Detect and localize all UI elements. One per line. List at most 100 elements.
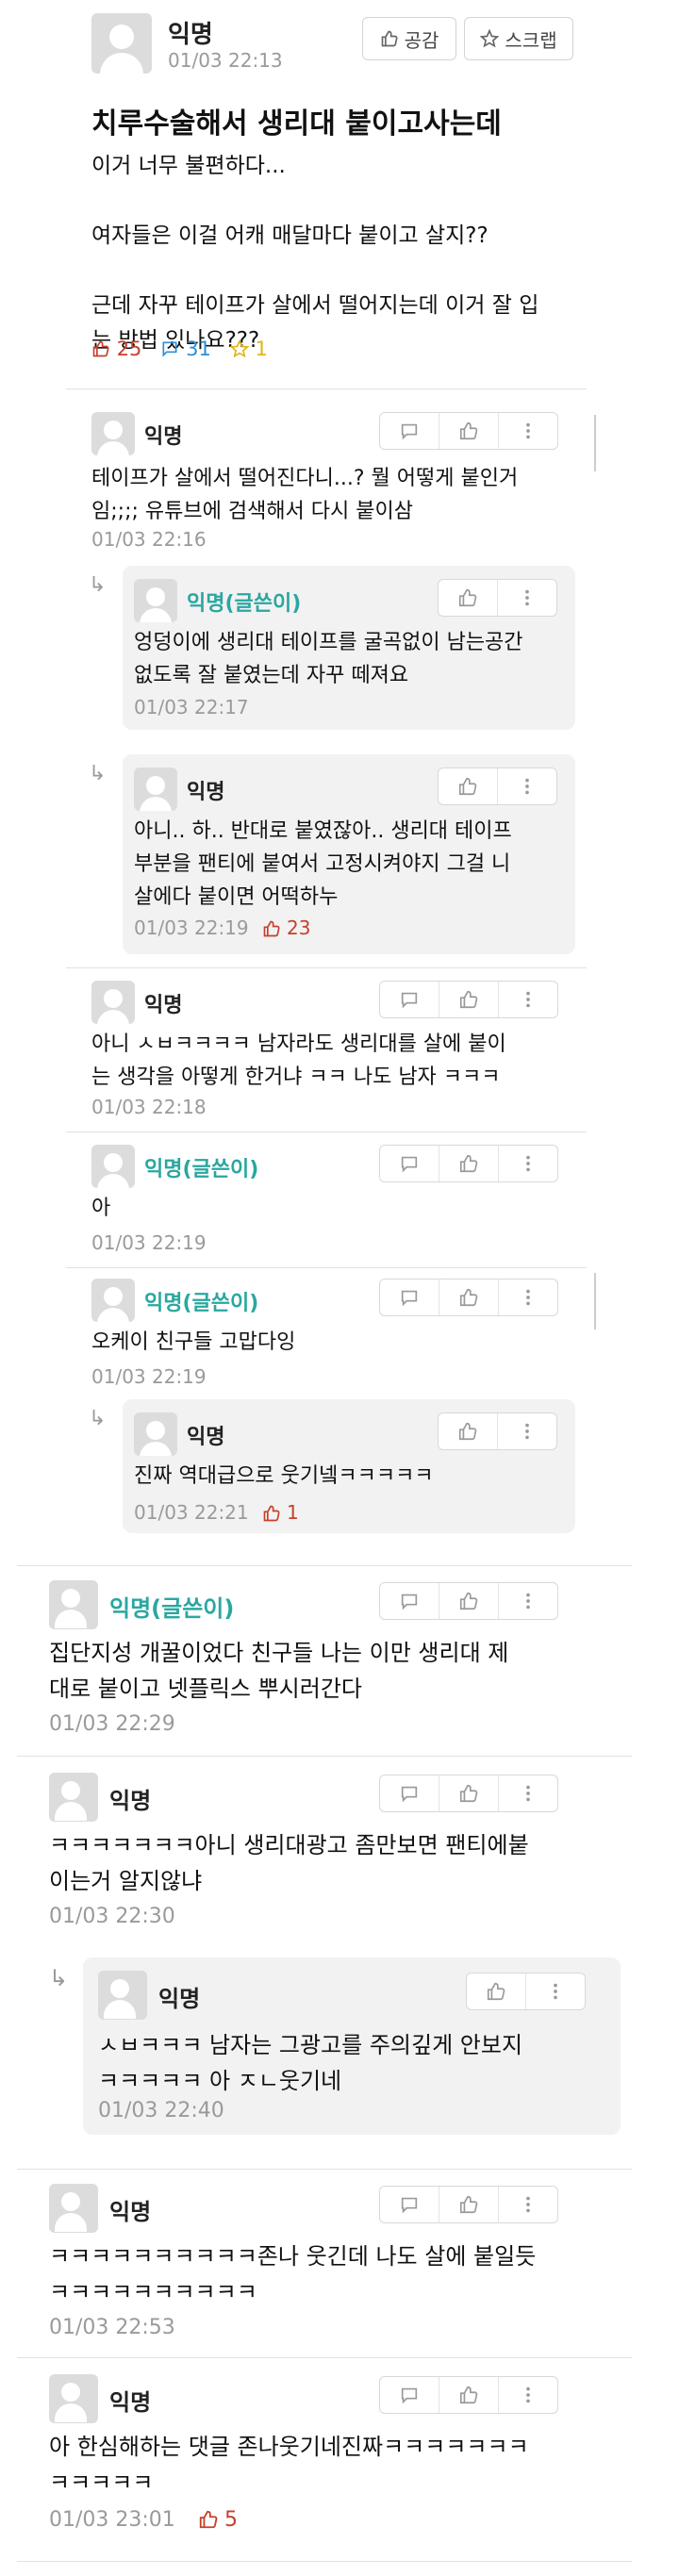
comment-actions [438,768,557,805]
divider [66,388,587,389]
comment-icon [162,341,177,357]
kebab-icon [526,422,530,439]
speech-bubble-icon [401,1593,418,1610]
comment-author: 익명(글쓴이) [144,1292,259,1315]
reply-arrow-icon: ↳ [89,762,107,785]
more-button[interactable] [499,2187,557,2222]
comment-actions [438,1412,557,1450]
comment-time: 01/03 22:17 [134,696,249,718]
post-scrap-button[interactable]: 스크랩 [464,17,573,60]
like-button[interactable] [439,1280,499,1315]
thumbs-up-icon [459,1288,478,1307]
like-button[interactable] [439,982,499,1017]
more-button[interactable] [498,1413,556,1449]
reply-button[interactable] [380,1583,439,1619]
like-button[interactable] [439,1146,499,1181]
like-button[interactable] [439,413,499,449]
comment-author: 익명 [144,425,183,449]
reply-button[interactable] [380,982,439,1017]
thumbs-up-icon [459,2386,478,2404]
scrollbar[interactable] [594,1273,596,1329]
more-button[interactable] [499,982,557,1017]
more-button[interactable] [499,2377,557,2413]
comment-text: 테이프가 살에서 떨어진다니...? 뭘 어떻게 붙인거 임;;;; 유튜브에 … [91,467,519,523]
thumbs-up-icon [459,421,478,440]
reply-button[interactable] [380,413,439,449]
comment-author: 익명(글쓴이) [109,1595,235,1622]
scrollbar[interactable] [594,415,596,471]
comment-avatar [49,2374,98,2423]
more-button[interactable] [499,413,557,449]
kebab-icon [525,589,529,606]
comment-actions [379,1775,558,1812]
thumbs-up-icon [459,1592,478,1610]
comment-text: 집단지성 개꿀이었다 친구들 나는 이만 생리대 제 대로 붙이고 넷플릭스 뿌… [49,1640,509,1702]
comment-time: 01/03 22:16 [91,528,207,551]
divider [66,1131,587,1132]
star-icon [229,339,250,358]
kebab-icon [526,991,530,1008]
reply-button[interactable] [380,2377,439,2413]
comment-actions [379,1582,558,1620]
thumbs-up-icon [487,1982,505,2001]
comment-avatar [91,412,135,455]
comment-author: 익명 [187,781,225,804]
like-button[interactable] [439,1583,499,1619]
more-button[interactable] [499,1583,557,1619]
thumbs-up-icon [459,2195,478,2214]
kebab-icon [526,2386,530,2403]
thumbs-up-icon [459,1154,478,1173]
reply-button[interactable] [380,1280,439,1315]
more-button[interactable] [498,768,556,804]
post-time: 01/03 22:13 [168,49,283,72]
comment-author: 익명(글쓴이) [144,1158,259,1181]
comment-author: 익명 [109,1788,152,1814]
comment-avatar [134,768,177,811]
like-button[interactable] [439,768,498,804]
more-button[interactable] [499,1146,557,1181]
like-button[interactable] [439,2187,499,2222]
more-button[interactable] [526,1973,585,2009]
reply-arrow-icon: ↳ [49,1965,69,1991]
speech-bubble-icon [401,1290,418,1307]
like-button[interactable] [439,2377,499,2413]
comment-avatar [49,1773,98,1822]
comment-actions [379,2186,558,2223]
comment-avatar [49,1580,98,1629]
reply-button[interactable] [380,2187,439,2222]
more-button[interactable] [499,1775,557,1811]
thumbs-up-icon [199,2510,218,2529]
comment-actions [379,1279,558,1316]
comment-author: 익명 [144,994,183,1017]
comment-time: 01/03 22:18 [91,1096,207,1118]
divider [17,2169,632,2170]
like-button[interactable] [439,1775,499,1811]
like-button[interactable] [439,580,498,616]
comment-time: 01/03 22:19 [91,1365,207,1388]
divider [17,1565,632,1566]
comment-text: 아 [91,1197,111,1220]
reply-arrow-icon: ↳ [89,573,107,597]
reply-button[interactable] [380,1146,439,1181]
speech-bubble-icon [401,1786,418,1803]
thumbs-up-icon [458,777,477,796]
comment-time: 01/03 23:01 [49,2508,175,2532]
post-like-label: 공감 [404,28,439,52]
kebab-icon [554,1983,557,2000]
thumbs-up-icon [459,990,478,1009]
kebab-icon [526,1155,530,1172]
post-comment-count: 31 [160,338,211,360]
like-button[interactable] [467,1973,526,2009]
comment-actions [466,1973,586,2010]
post-stats: 25 31 1 [91,338,268,360]
more-button[interactable] [499,1280,557,1315]
divider [17,2561,632,2562]
comment-text: 아니 ㅅㅂㅋㅋㅋㅋ 남자라도 생리대를 살에 붙이 는 생각을 아떻게 한거냐 … [91,1032,506,1089]
comment-time: 01/03 22:21 [134,1501,249,1524]
more-button[interactable] [498,580,556,616]
comment-like-count: 5 [198,2508,238,2532]
post-author-avatar [91,13,152,74]
like-button[interactable] [439,1413,498,1449]
post-like-button[interactable]: 공감 [362,17,456,60]
reply-button[interactable] [380,1775,439,1811]
